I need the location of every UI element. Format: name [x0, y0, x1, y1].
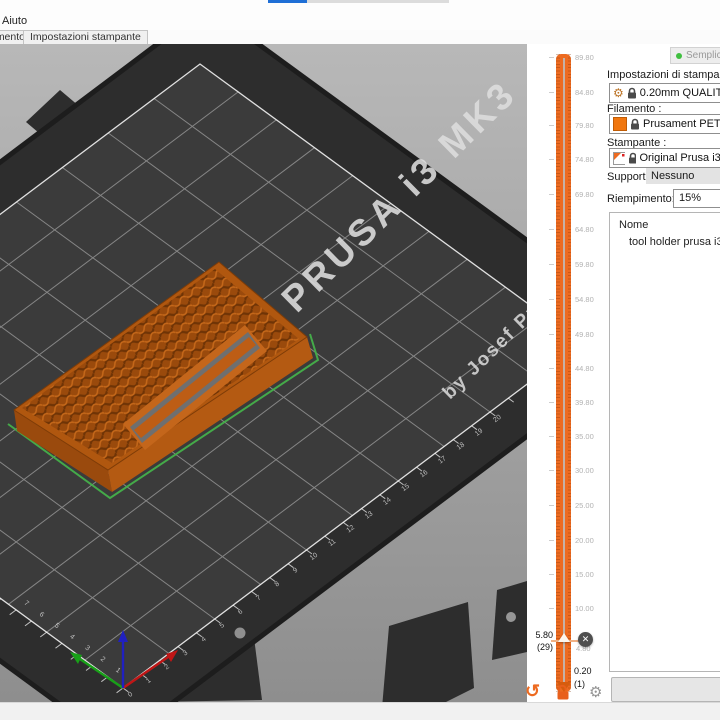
slider-tick-label: 69.80 — [575, 190, 594, 199]
export-button[interactable] — [611, 677, 720, 702]
slider-tick — [549, 402, 554, 403]
upper-layer-handle[interactable] — [558, 633, 570, 642]
slider-groove — [563, 58, 565, 688]
close-range-icon[interactable]: ✕ — [578, 632, 593, 647]
slider-tick-label: 64.80 — [575, 225, 594, 234]
infill-value: 15% — [679, 192, 702, 204]
top-accent-blue — [268, 0, 307, 3]
bed-tab-hole — [234, 627, 246, 639]
bottom-status-bar — [0, 702, 720, 720]
slider-notches — [567, 54, 571, 692]
slider-tick-label: 79.80 — [575, 121, 594, 130]
slider-tick — [549, 540, 554, 541]
print-settings-label: Impostazioni di stampa : — [607, 69, 720, 81]
top-accent-gray — [307, 0, 449, 3]
slider-tick-label: 44.80 — [575, 364, 594, 373]
supports-label: Supporti: — [607, 171, 652, 183]
printer-combo[interactable]: Original Prusa i3 M — [609, 148, 720, 168]
slider-tick — [549, 194, 554, 195]
slider-tick-label: 15.00 — [575, 570, 594, 579]
slider-tick — [549, 92, 554, 93]
infill-label: Riempimento: — [607, 193, 675, 205]
slider-tick-label: 84.80 — [575, 88, 594, 97]
layer-slider-track[interactable] — [556, 54, 571, 692]
undo-icon[interactable]: ↺ — [525, 681, 540, 702]
prusaslicer-window: Aiuto mento Impostazioni stampante 0 1 2… — [0, 0, 720, 720]
object-list: Nome tool holder prusa i3mk3 — [609, 212, 720, 672]
slider-tick — [549, 505, 554, 506]
menu-item-help[interactable]: Aiuto — [2, 15, 27, 27]
slider-tick-label: 49.80 — [575, 330, 594, 339]
slider-tick — [549, 436, 554, 437]
slider-tick — [549, 574, 554, 575]
print-settings-combo[interactable]: ⚙ 0.20mm QUALITY — [609, 83, 720, 103]
supports-select[interactable]: Nessuno — [646, 168, 720, 184]
lock-open-icon[interactable] — [556, 684, 570, 700]
print-profile-gear-icon: ⚙ — [613, 86, 624, 100]
top-bar: Aiuto — [0, 0, 720, 30]
slider-notches — [556, 54, 560, 692]
slider-tick-label: 89.80 — [575, 53, 594, 62]
layer-slider-panel: 89.80 84.80 79.80 74.80 69.80 64.80 59.80 54.80… — [525, 44, 605, 702]
slider-tick — [549, 334, 554, 335]
filament-combo[interactable]: Prusament PETG — [609, 114, 720, 134]
lock-icon — [628, 152, 637, 164]
slider-tick — [549, 125, 554, 126]
upper-layer-height: 5.80 — [535, 630, 553, 640]
slider-tick — [549, 368, 554, 369]
slider-tick — [549, 264, 554, 265]
slider-tick — [549, 159, 554, 160]
infill-select[interactable]: 15% — [673, 189, 720, 208]
lock-icon — [627, 87, 636, 99]
printer-value: Original Prusa i3 M — [639, 152, 720, 164]
mode-dot-icon — [676, 52, 682, 59]
slider-tick — [549, 470, 554, 471]
lock-icon — [631, 118, 639, 130]
object-list-header: Nome — [619, 219, 649, 231]
slider-tick-label: 59.80 — [575, 260, 594, 269]
bed-tab-hole — [506, 612, 516, 622]
mode-tab-label: Semplice — [686, 50, 720, 61]
tab-printer-settings[interactable]: Impostazioni stampante — [23, 30, 148, 44]
print-settings-value: 0.20mm QUALITY — [639, 87, 720, 99]
printer-icon — [613, 151, 625, 165]
gear-icon[interactable]: ⚙ — [589, 683, 602, 701]
slider-tick — [549, 299, 554, 300]
slider-tick-label: 35.00 — [575, 432, 594, 441]
slider-tick — [549, 57, 554, 58]
object-list-item[interactable]: tool holder prusa i3mk3 — [629, 236, 720, 248]
slider-tick-label: 54.80 — [575, 295, 594, 304]
viewport-3d[interactable]: 012345678910111213141516171819201234567 … — [0, 44, 527, 702]
slider-tick-label: 74.80 — [575, 155, 594, 164]
lower-layer-height: 0.20 — [574, 666, 592, 676]
slider-tick — [549, 229, 554, 230]
slider-tick-label: 39.80 — [575, 398, 594, 407]
mode-tab-simple[interactable]: Semplice — [670, 47, 720, 64]
upper-layer-number: (29) — [536, 642, 553, 652]
filament-value: Prusament PETG — [643, 118, 720, 130]
slider-tick-label: 10.00 — [575, 604, 594, 613]
slider-tick — [549, 608, 554, 609]
filament-color-swatch — [613, 117, 627, 131]
settings-tab-row: mento Impostazioni stampante — [0, 30, 720, 45]
slider-tick-label: 30.00 — [575, 466, 594, 475]
slider-tick-label: 20.00 — [575, 536, 594, 545]
settings-panel: Semplice Impostazioni di stampa : ⚙ 0.20… — [605, 44, 720, 702]
slider-tick-label: 25.00 — [575, 501, 594, 510]
